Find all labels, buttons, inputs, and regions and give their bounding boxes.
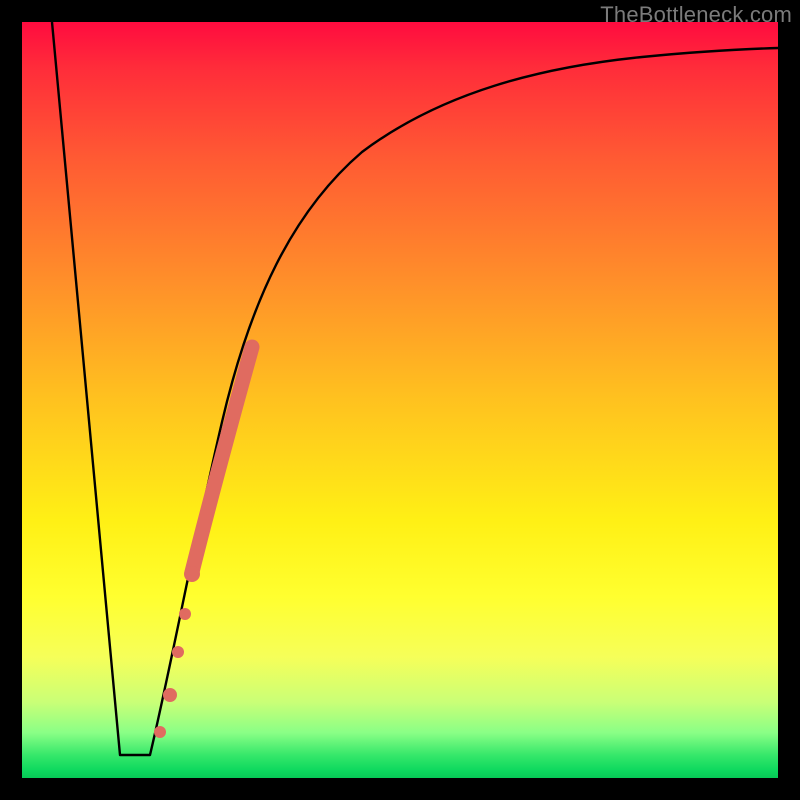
dot-2 (163, 688, 177, 702)
dot-1 (154, 726, 166, 738)
watermark-text: TheBottleneck.com (600, 2, 792, 28)
dot-5 (184, 566, 200, 582)
plot-svg (22, 22, 778, 778)
highlight-segment (192, 347, 252, 572)
chart-stage: TheBottleneck.com (0, 0, 800, 800)
plot-area (22, 22, 778, 778)
dot-4 (179, 608, 191, 620)
dot-3 (172, 646, 184, 658)
curve-main (52, 22, 778, 755)
